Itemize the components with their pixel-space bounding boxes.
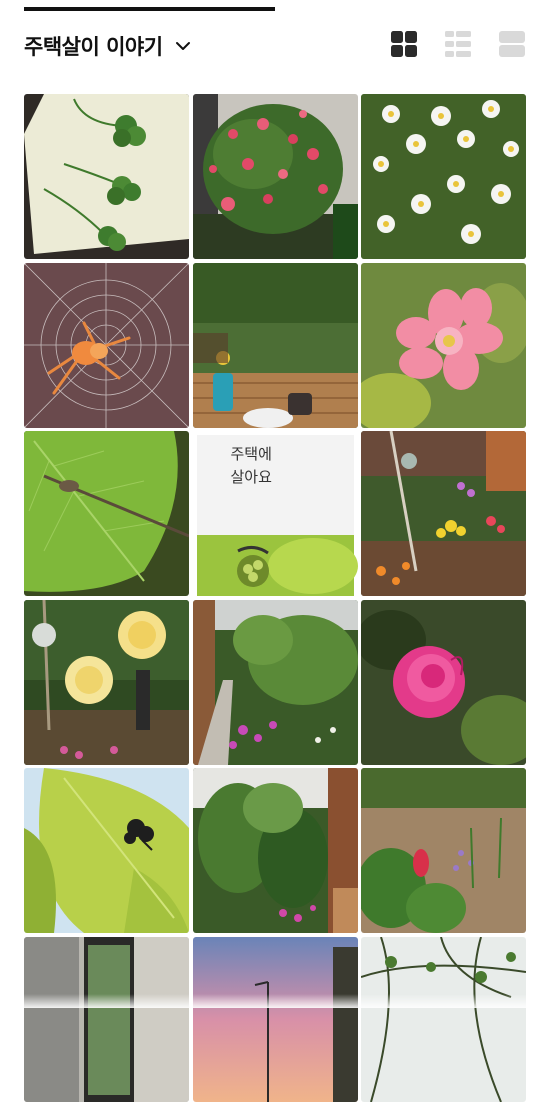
text-card-caption: 주택에 살아요 xyxy=(230,445,272,486)
pink-rose-photo xyxy=(361,599,526,765)
card-list-view-icon[interactable] xyxy=(444,30,472,58)
damselfly-photo xyxy=(24,431,189,596)
post-thumbnail[interactable] xyxy=(24,431,189,596)
red-tulip-photo xyxy=(361,768,526,933)
sunset-lamp-photo xyxy=(192,936,358,1102)
post-thumbnail[interactable] xyxy=(192,599,358,765)
daisies-photo xyxy=(361,94,526,259)
clover-leaves-photo xyxy=(24,94,189,259)
beetle-leaves-photo xyxy=(24,768,189,933)
post-thumbnail[interactable] xyxy=(192,936,358,1102)
post-thumbnail[interactable] xyxy=(24,262,189,428)
post-thumbnail[interactable] xyxy=(361,599,526,765)
yellow-roses-photo xyxy=(24,599,189,765)
chevron-down-icon xyxy=(175,42,190,50)
post-thumbnail[interactable] xyxy=(24,768,189,933)
post-thumbnail[interactable] xyxy=(24,936,189,1102)
view-mode-switcher xyxy=(390,30,526,58)
spider-web-photo xyxy=(24,262,189,428)
post-thumbnail[interactable] xyxy=(24,599,189,765)
trees-house-photo xyxy=(192,768,358,933)
deck-garden-photo xyxy=(192,262,358,428)
post-thumbnail[interactable] xyxy=(192,94,358,259)
post-thumbnail[interactable] xyxy=(361,431,526,596)
list-view-icon[interactable] xyxy=(498,30,526,58)
post-thumbnail[interactable] xyxy=(192,262,358,428)
post-grid: 주택에 살아요 xyxy=(24,94,526,1102)
blog-category-selector[interactable]: 주택살이 이야기 xyxy=(24,28,191,64)
pink-shrub-photo xyxy=(192,94,358,259)
post-thumbnail[interactable] xyxy=(361,94,526,259)
post-thumbnail[interactable] xyxy=(361,768,526,933)
post-thumbnail[interactable] xyxy=(361,936,526,1102)
header: 주택살이 이야기 xyxy=(24,28,526,64)
pink-zinnia-photo xyxy=(361,262,526,428)
post-thumbnail[interactable] xyxy=(24,94,189,259)
text-card: 주택에 살아요 xyxy=(196,435,354,535)
flower-garden-photo xyxy=(361,431,526,596)
grid-view-icon[interactable] xyxy=(390,30,418,58)
page-title: 주택살이 이야기 xyxy=(24,35,163,59)
active-tab-indicator xyxy=(24,7,275,11)
post-thumbnail[interactable] xyxy=(361,262,526,428)
post-thumbnail[interactable] xyxy=(192,768,358,933)
garden-path-photo xyxy=(192,599,358,765)
window-view-photo xyxy=(24,936,189,1102)
post-thumbnail[interactable]: 주택에 살아요 xyxy=(192,431,358,596)
tree-branches-photo xyxy=(361,936,526,1102)
